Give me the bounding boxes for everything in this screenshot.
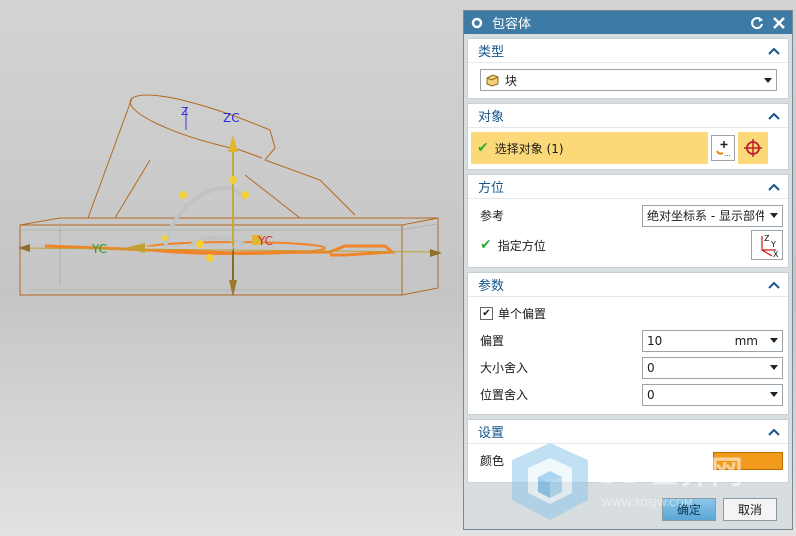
- neg-z-arrow[interactable]: [229, 280, 237, 297]
- offset-field[interactable]: 10 mm: [642, 329, 783, 352]
- crosshair-icon: [744, 139, 762, 157]
- size-round-row: 大小舍入 0: [480, 354, 783, 381]
- single-offset-checkbox[interactable]: ✔: [480, 307, 493, 320]
- size-round-value[interactable]: 0: [647, 361, 764, 375]
- position-round-label: 位置舍入: [480, 388, 529, 402]
- add-set-icon: ...: [716, 141, 731, 157]
- graphics-viewport[interactable]: ZC Z YC YC: [0, 0, 462, 536]
- reference-select-value: 绝对坐标系 - 显示部件: [647, 209, 764, 223]
- chevron-up-icon[interactable]: [768, 182, 780, 192]
- parameters-group-title: 参数: [478, 279, 505, 294]
- position-round-field[interactable]: 0: [642, 383, 783, 406]
- parameters-group-header[interactable]: 参数: [468, 273, 788, 297]
- yc-label-left: YC: [91, 242, 107, 256]
- chevron-down-icon[interactable]: [770, 338, 778, 343]
- right-extension-arrow[interactable]: [430, 249, 442, 257]
- position-round-row: 位置舍入 0: [480, 381, 783, 408]
- offset-row: 偏置 10 mm: [480, 327, 783, 354]
- cancel-button[interactable]: 取消: [723, 498, 777, 521]
- model-view[interactable]: ZC Z YC YC: [0, 0, 462, 536]
- chevron-down-icon[interactable]: [770, 392, 778, 397]
- settings-group-header[interactable]: 设置: [468, 420, 788, 444]
- specify-orientation-row[interactable]: ✔ 指定方位 Z Y X: [480, 229, 783, 261]
- ok-button[interactable]: 确定: [662, 498, 716, 521]
- point-dialog-button[interactable]: [738, 132, 768, 164]
- specify-orientation-label: 指定方位: [497, 238, 546, 253]
- parameters-group: 参数 ✔ 单个偏置 偏置 10 mm 大小舍入 0 位置舍入 0: [467, 272, 789, 415]
- dynamic-csys[interactable]: [18, 108, 442, 297]
- yc-label-right: YC: [257, 234, 273, 248]
- color-label: 颜色: [480, 454, 505, 468]
- color-swatch[interactable]: [713, 451, 783, 470]
- position-round-value[interactable]: 0: [647, 388, 764, 402]
- orientation-group: 方位 参考 绝对坐标系 - 显示部件 ✔ 指定方位 Z Y X: [467, 174, 789, 268]
- chevron-up-icon[interactable]: [768, 427, 780, 437]
- csys-x-label: X: [773, 250, 779, 258]
- gray-wireframe: [20, 222, 438, 291]
- bounding-body-dialog: 包容体 类型 块 对象 ✔ 选择对象 (1) ... 方位 参考 绝对坐标系 -…: [463, 10, 793, 530]
- add-new-set-button[interactable]: ...: [711, 135, 735, 161]
- single-offset-row[interactable]: ✔ 单个偏置: [480, 300, 783, 327]
- yc-arrow[interactable]: [125, 243, 145, 253]
- zc-arrow[interactable]: [228, 135, 238, 152]
- single-offset-label: 单个偏置: [498, 307, 547, 321]
- select-object-row[interactable]: ✔ 选择对象 (1): [471, 132, 708, 164]
- reset-icon[interactable]: [750, 16, 764, 30]
- csys-y-label: Y: [770, 240, 776, 249]
- type-group-title: 类型: [478, 45, 505, 60]
- object-group: 对象 ✔ 选择对象 (1) ...: [467, 103, 789, 170]
- dialog-title: 包容体: [492, 17, 532, 32]
- reference-row: 参考 绝对坐标系 - 显示部件: [480, 202, 783, 229]
- type-group-header[interactable]: 类型: [468, 39, 788, 63]
- offset-unit: mm: [734, 333, 758, 348]
- object-group-header[interactable]: 对象: [468, 104, 788, 128]
- size-round-field[interactable]: 0: [642, 356, 783, 379]
- checkmark-icon: ✔: [477, 140, 489, 156]
- dialog-titlebar[interactable]: 包容体: [464, 11, 792, 34]
- zc-label: ZC: [223, 111, 240, 125]
- handle-ball[interactable]: [179, 191, 187, 199]
- chevron-up-icon[interactable]: [768, 111, 780, 121]
- orientation-group-title: 方位: [478, 181, 505, 196]
- bounding-box-wireframe: [19, 94, 439, 296]
- handle-ball[interactable]: [206, 254, 214, 262]
- size-round-label: 大小舍入: [480, 361, 529, 375]
- select-object-label: 选择对象 (1): [494, 141, 564, 156]
- csys-icon: Z Y X: [761, 234, 779, 258]
- offset-label: 偏置: [480, 334, 505, 348]
- csys-z-label: Z: [764, 234, 770, 243]
- color-row: 颜色: [480, 447, 783, 474]
- type-select[interactable]: 块: [480, 69, 777, 91]
- chevron-up-icon[interactable]: [768, 280, 780, 290]
- handle-ball[interactable]: [162, 235, 168, 241]
- type-select-value: 块: [505, 73, 518, 88]
- chevron-down-icon[interactable]: [770, 213, 778, 218]
- reference-label: 参考: [480, 209, 505, 223]
- chevron-down-icon[interactable]: [764, 77, 772, 83]
- chevron-up-icon[interactable]: [768, 46, 780, 56]
- block-icon: [486, 74, 499, 87]
- chevron-down-icon[interactable]: [770, 365, 778, 370]
- checkmark-icon: ✔: [480, 237, 492, 253]
- handle-ball[interactable]: [196, 240, 204, 248]
- handle-ball[interactable]: [229, 176, 237, 184]
- type-group: 类型 块: [467, 38, 789, 99]
- settings-group-title: 设置: [478, 426, 505, 441]
- svg-text:...: ...: [724, 150, 731, 157]
- z-label: Z: [181, 105, 189, 118]
- settings-group: 设置 颜色: [467, 419, 789, 483]
- close-icon[interactable]: [772, 16, 786, 30]
- offset-value[interactable]: 10: [647, 334, 729, 348]
- gear-icon[interactable]: [470, 16, 484, 30]
- reference-select[interactable]: 绝对坐标系 - 显示部件: [642, 204, 783, 227]
- object-group-title: 对象: [478, 110, 505, 125]
- orientation-group-header[interactable]: 方位: [468, 175, 788, 199]
- handle-ball[interactable]: [241, 191, 249, 199]
- csys-dialog-button[interactable]: Z Y X: [751, 230, 783, 260]
